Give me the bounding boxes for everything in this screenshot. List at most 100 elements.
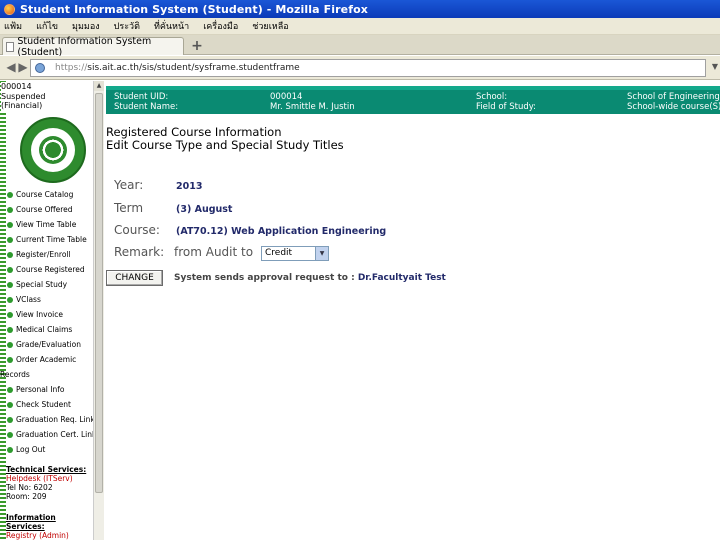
sidebar-item-label: View Invoice bbox=[16, 310, 63, 319]
firefox-icon bbox=[4, 3, 15, 15]
bullet-icon bbox=[7, 431, 13, 438]
helpdesk-link[interactable]: Helpdesk (ITServ) bbox=[6, 474, 94, 483]
sidebar-item-label: Course Offered bbox=[16, 205, 73, 214]
field-of-study-label: Field of Study: bbox=[476, 102, 537, 112]
sidebar-item-label: Order Academic bbox=[16, 355, 77, 364]
menu-view[interactable]: มุมมอง bbox=[72, 19, 100, 33]
sidebar-scrollbar[interactable]: ▲ bbox=[93, 81, 104, 540]
tab-strip: Student Information System (Student) + bbox=[0, 35, 720, 58]
field-of-study-value: School-wide course(S) bbox=[627, 102, 720, 112]
sidebar-item-label: Log Out bbox=[16, 445, 46, 454]
sidebar-item-order-academic[interactable]: Order Academic bbox=[7, 352, 93, 367]
bullet-icon bbox=[7, 446, 13, 453]
school-value: School of Engineering bbox=[627, 92, 720, 102]
menu-bookmarks[interactable]: ที่คั่นหน้า bbox=[154, 19, 189, 33]
bullet-icon bbox=[7, 221, 13, 228]
sidebar-item-personal-info[interactable]: Personal Info bbox=[7, 382, 93, 397]
sidebar-menu: Course Catalog Course Offered View Time … bbox=[0, 187, 97, 457]
sidebar-item-medical-claims[interactable]: Medical Claims bbox=[7, 322, 93, 337]
approval-text: System sends approval request to : bbox=[174, 273, 358, 283]
registry-link[interactable]: Registry (Admin) bbox=[6, 531, 94, 540]
sidebar-item-grade-evaluation[interactable]: Grade/Evaluation bbox=[7, 337, 93, 352]
menu-history[interactable]: ประวัติ bbox=[114, 19, 140, 33]
tech-tel: Tel No: 6202 bbox=[6, 483, 53, 492]
technical-services-heading: Technical Services: bbox=[6, 465, 87, 474]
tab-student-information-system[interactable]: Student Information System (Student) bbox=[2, 36, 184, 58]
site-globe-icon bbox=[35, 63, 45, 73]
change-button[interactable]: CHANGE bbox=[106, 270, 163, 286]
sidebar-item-view-time-table[interactable]: View Time Table bbox=[7, 217, 93, 232]
student-uid-label: Student UID: bbox=[114, 92, 169, 102]
student-name-label: Student Name: bbox=[114, 102, 179, 112]
sidebar-item-label: Current Time Table bbox=[16, 235, 87, 244]
sidebar-contact-info: Technical Services: Helpdesk (ITServ) Te… bbox=[6, 465, 94, 540]
course-value: (AT70.12) Web Application Engineering bbox=[176, 226, 387, 237]
remark-type-select[interactable]: Credit ▼ bbox=[261, 246, 329, 261]
sidebar-item-label: Grade/Evaluation bbox=[16, 340, 81, 349]
tech-room: Room: 209 bbox=[6, 492, 47, 501]
student-status-block: 000014 Suspended (Financial) bbox=[1, 82, 48, 111]
sidebar-item-special-study[interactable]: Special Study bbox=[7, 277, 93, 292]
bullet-icon bbox=[7, 356, 13, 363]
navigation-bar: ◀ ▶ https://sis.ait.ac.th/sis/student/sy… bbox=[0, 56, 720, 80]
sidebar-item-vclass[interactable]: VClass bbox=[7, 292, 93, 307]
sidebar-item-current-time-table[interactable]: Current Time Table bbox=[7, 232, 93, 247]
sidebar-item-graduation-cert-link[interactable]: Graduation Cert. Link bbox=[7, 427, 97, 442]
sidebar-item-course-offered[interactable]: Course Offered bbox=[7, 202, 93, 217]
sidebar-item-label: Graduation Req. Link bbox=[16, 415, 95, 424]
menu-edit[interactable]: แก้ไข bbox=[36, 19, 58, 33]
sidebar-item-label: Medical Claims bbox=[16, 325, 73, 334]
menu-tools[interactable]: เครื่องมือ bbox=[203, 19, 238, 33]
sidebar-item-view-invoice[interactable]: View Invoice bbox=[7, 307, 93, 322]
sidebar-item-log-out[interactable]: Log Out bbox=[7, 442, 93, 457]
services-heading: Services: bbox=[6, 522, 45, 531]
term-label: Term bbox=[114, 201, 144, 215]
left-sidebar-frame: 000014 Suspended (Financial) Course Cata… bbox=[0, 81, 104, 540]
sidebar-item-label: Personal Info bbox=[16, 385, 65, 394]
toolbar-overflow-icon[interactable]: ▼ bbox=[712, 62, 718, 71]
sidebar-item-course-registered[interactable]: Course Registered bbox=[7, 262, 93, 277]
sidebar-item-register-enroll[interactable]: Register/Enroll bbox=[7, 247, 93, 262]
sidebar-item-label: Register/Enroll bbox=[16, 250, 71, 259]
browser-window: Student Information System (Student) - M… bbox=[0, 0, 720, 540]
bullet-icon bbox=[7, 206, 13, 213]
bullet-icon bbox=[7, 311, 13, 318]
bullet-icon bbox=[7, 386, 13, 393]
sidebar-item-label: View Time Table bbox=[16, 220, 77, 229]
remark-from-audit-to: from Audit to bbox=[174, 245, 254, 259]
bullet-icon bbox=[7, 326, 13, 333]
scroll-up-icon[interactable]: ▲ bbox=[94, 81, 104, 91]
bullet-icon bbox=[7, 191, 13, 198]
window-title: Student Information System (Student) - M… bbox=[20, 2, 368, 16]
bullet-icon bbox=[7, 341, 13, 348]
url-input[interactable]: https://sis.ait.ac.th/sis/student/sysfra… bbox=[30, 59, 706, 77]
bullet-icon bbox=[7, 281, 13, 288]
student-uid-value: 000014 bbox=[270, 92, 303, 102]
url-text: sis.ait.ac.th/sis/student/sysframe.stude… bbox=[87, 63, 300, 73]
term-value: (3) August bbox=[176, 204, 233, 215]
bullet-icon bbox=[7, 236, 13, 243]
sidebar-item-label: Records bbox=[0, 370, 30, 379]
sidebar-item-label: Special Study bbox=[16, 280, 68, 289]
sidebar-item-records[interactable]: Records bbox=[0, 367, 93, 382]
new-tab-button[interactable]: + bbox=[188, 38, 206, 54]
student-name-value: Mr. Smittle M. Justin bbox=[270, 102, 355, 112]
sidebar-item-check-student[interactable]: Check Student bbox=[7, 397, 93, 412]
sidebar-item-label: Graduation Cert. Link bbox=[16, 430, 97, 439]
student-info-band: Student UID: Student Name: 000014 Mr. Sm… bbox=[106, 86, 720, 114]
scrollbar-thumb[interactable] bbox=[95, 93, 103, 493]
sidebar-item-graduation-req-link[interactable]: Graduation Req. Link bbox=[7, 412, 95, 427]
approver-name: Dr.Facultyait Test bbox=[357, 273, 446, 283]
sidebar-item-label: Check Student bbox=[16, 400, 71, 409]
menu-bar: แฟ้ม แก้ไข มุมมอง ประวัติ ที่คั่นหน้า เค… bbox=[0, 18, 720, 35]
course-label: Course: bbox=[114, 223, 160, 237]
menu-help[interactable]: ช่วยเหลือ bbox=[252, 19, 288, 33]
forward-arrow-icon[interactable]: ▶ bbox=[16, 60, 30, 74]
sidebar-item-label: Course Registered bbox=[16, 265, 85, 274]
sidebar-status-line2: (Financial) bbox=[1, 101, 43, 110]
menu-file[interactable]: แฟ้ม bbox=[4, 19, 22, 33]
chevron-down-icon[interactable]: ▼ bbox=[315, 247, 328, 260]
sidebar-item-label: Course Catalog bbox=[16, 190, 74, 199]
sidebar-item-course-catalog[interactable]: Course Catalog bbox=[7, 187, 93, 202]
